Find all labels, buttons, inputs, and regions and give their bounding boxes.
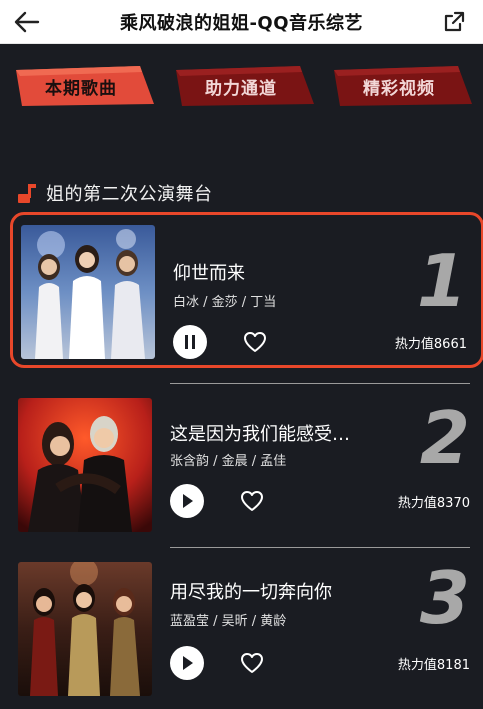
back-button[interactable] xyxy=(10,6,44,38)
play-button[interactable] xyxy=(170,484,204,518)
music-note-icon xyxy=(18,184,36,203)
heat-value: 热力值8370 xyxy=(397,496,470,511)
heart-outline-icon xyxy=(241,653,263,673)
share-external-icon xyxy=(444,11,465,32)
song-artists: 张含韵 / 金晨 / 孟佳 xyxy=(170,454,287,469)
song-card[interactable]: 这是因为我们能感受… 张含韵 / 金晨 / 孟佳 2 热力值8370 xyxy=(10,388,483,544)
arrow-left-icon xyxy=(14,11,40,33)
rank-number: 3 xyxy=(419,556,470,640)
rank-number: 2 xyxy=(419,396,470,480)
tab-label: 本期歌曲 xyxy=(45,78,117,99)
play-icon xyxy=(183,494,193,508)
tab-current-songs[interactable]: 本期歌曲 xyxy=(12,64,154,108)
tab-label: 精彩视频 xyxy=(363,78,435,99)
rank-number: 1 xyxy=(416,239,467,323)
tab-label: 助力通道 xyxy=(205,78,277,99)
top-bar: 乘风破浪的姐姐-QQ音乐综艺 xyxy=(0,0,483,44)
song-artists: 白冰 / 金莎 / 丁当 xyxy=(173,295,277,310)
pause-icon xyxy=(185,335,195,349)
song-card[interactable]: 仰世而来 白冰 / 金莎 / 丁当 1 热力值8661 xyxy=(10,212,483,368)
like-button[interactable] xyxy=(238,487,266,515)
heat-value: 热力值8661 xyxy=(394,337,467,352)
tab-support-channel[interactable]: 助力通道 xyxy=(172,64,314,108)
album-cover xyxy=(18,398,152,532)
song-artists: 蓝盈莹 / 吴昕 / 黄龄 xyxy=(170,614,287,629)
song-title: 仰世而来 xyxy=(173,263,245,284)
song-card[interactable]: 用尽我的一切奔向你 蓝盈莹 / 吴昕 / 黄龄 3 热力值8181 xyxy=(10,552,483,708)
play-button[interactable] xyxy=(170,646,204,680)
page-title: 乘风破浪的姐姐-QQ音乐综艺 xyxy=(119,12,364,34)
like-button[interactable] xyxy=(241,328,269,356)
section-title: 姐的第二次公演舞台 xyxy=(46,184,213,205)
tab-bar: 本期歌曲 助力通道 精彩视频 xyxy=(0,64,483,110)
album-cover xyxy=(21,225,155,359)
heat-value: 热力值8181 xyxy=(397,658,470,673)
song-title: 这是因为我们能感受… xyxy=(170,424,350,445)
list-divider xyxy=(170,383,470,384)
heart-outline-icon xyxy=(244,332,266,352)
heart-outline-icon xyxy=(241,491,263,511)
pause-button[interactable] xyxy=(173,325,207,359)
section-header: 姐的第二次公演舞台 xyxy=(16,178,213,208)
share-button[interactable] xyxy=(437,6,471,38)
tab-highlight-videos[interactable]: 精彩视频 xyxy=(330,64,472,108)
like-button[interactable] xyxy=(238,649,266,677)
list-divider xyxy=(170,547,470,548)
song-title: 用尽我的一切奔向你 xyxy=(170,582,332,603)
play-icon xyxy=(183,656,193,670)
album-cover xyxy=(18,562,152,696)
